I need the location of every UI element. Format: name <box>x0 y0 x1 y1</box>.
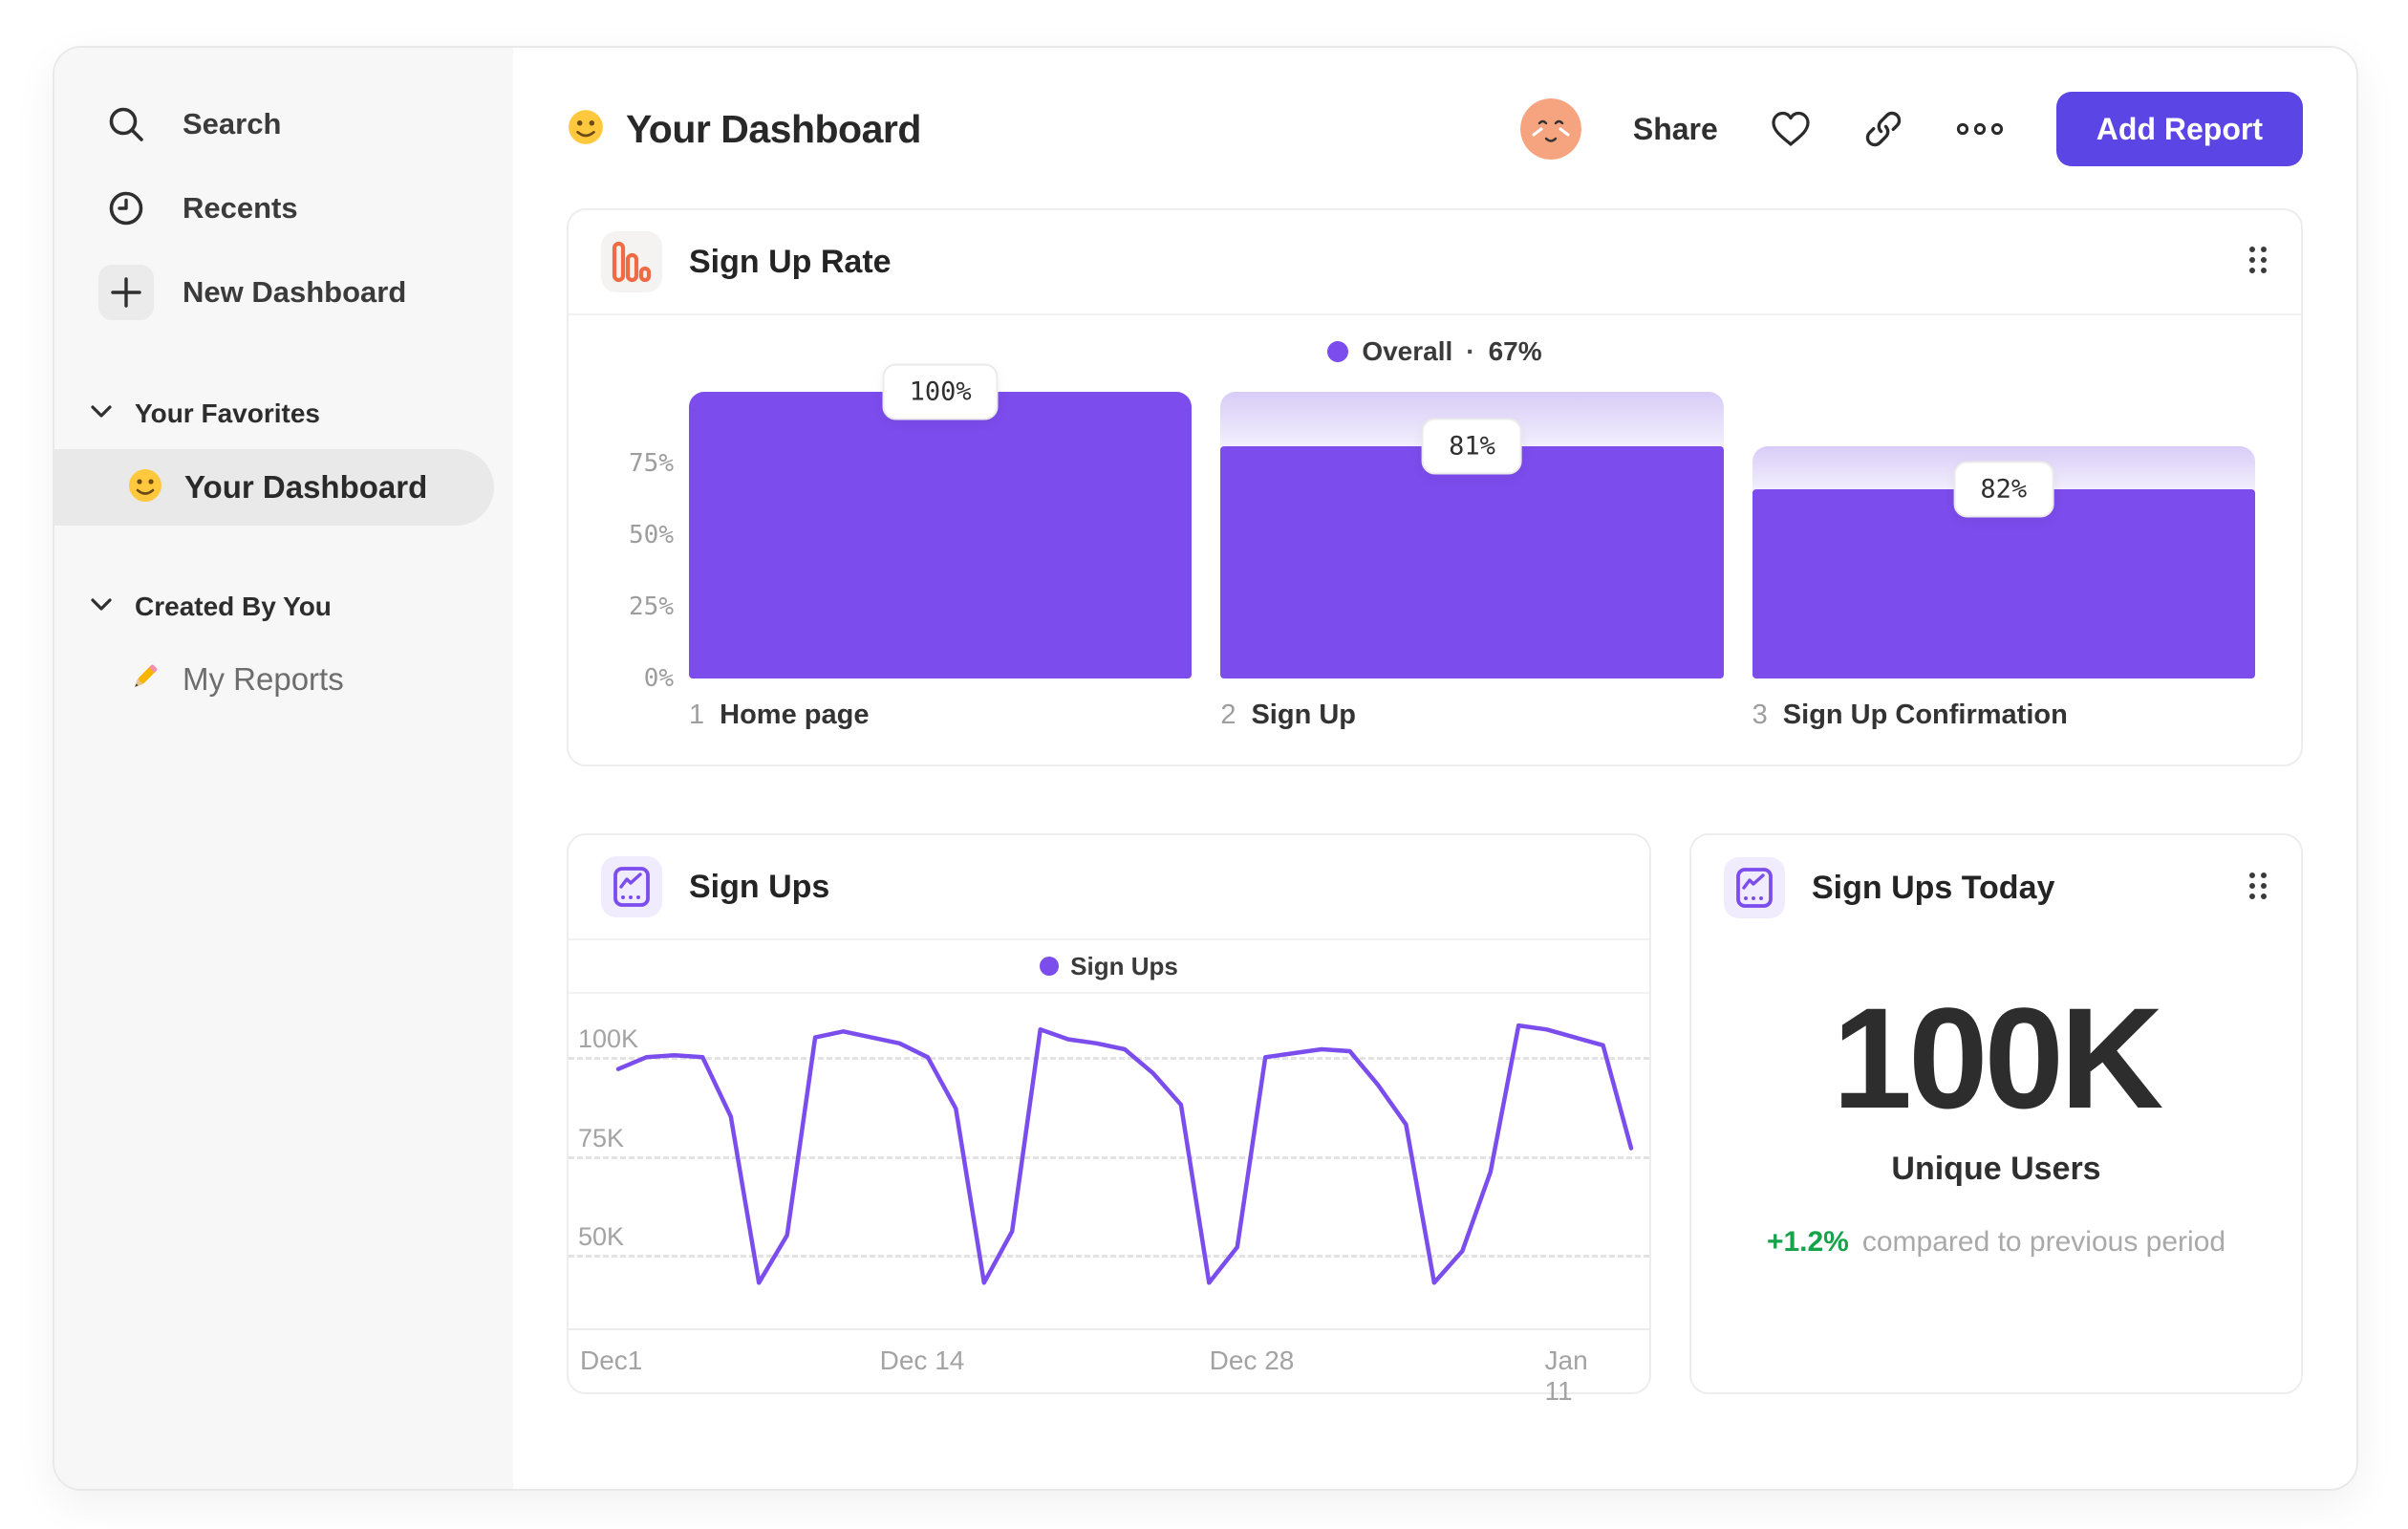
line-x-axis: Dec1 Dec 14 Dec 28 Jan 11 <box>569 1330 1649 1406</box>
funnel-bar-fill <box>1752 489 2255 678</box>
legend-dot <box>1040 957 1060 976</box>
heart-icon[interactable] <box>1770 110 1812 148</box>
funnel-bar-fill <box>689 392 1193 678</box>
funnel-y-axis: 75% 50% 25% 0% <box>614 392 689 693</box>
pencil-icon <box>127 660 161 700</box>
funnel-step-label: 3 Sign Up Confirmation <box>1752 700 2068 730</box>
smiley-icon <box>127 467 163 508</box>
x-axis-tick: Dec 28 <box>1209 1346 1295 1375</box>
funnel-bar-fill <box>1220 446 1724 678</box>
drag-handle-icon[interactable] <box>2247 245 2268 280</box>
sidebar-item-label: Your Dashboard <box>184 469 428 505</box>
sidebar-item-new-dashboard[interactable]: New Dashboard <box>54 250 513 334</box>
sidebar-item-label: My Reports <box>183 661 344 697</box>
link-icon[interactable] <box>1863 109 1903 149</box>
card-header: Sign Up Rate <box>569 210 2301 315</box>
line-chart: 100K 75K 50K <box>569 994 1649 1330</box>
funnel-value-badge: 82% <box>1953 461 2054 518</box>
legend-series-name: Overall <box>1362 336 1453 366</box>
legend-series-name: Sign Ups <box>1070 951 1178 980</box>
funnel-step-label: 2 Sign Up <box>1220 700 1357 730</box>
x-axis-tick: Dec 14 <box>879 1346 965 1375</box>
sidebar-item-your-dashboard[interactable]: Your Dashboard <box>54 449 494 526</box>
page-header: Your Dashboard Share Add Report <box>567 92 2303 166</box>
sign-ups-today-card: Sign Ups Today 100K Unique Users +1.2% c… <box>1689 833 2303 1394</box>
funnel-bar-sign-up[interactable]: 81% <box>1220 392 1724 678</box>
sidebar-item-label: New Dashboard <box>183 275 407 309</box>
page-title: Your Dashboard <box>626 106 921 151</box>
legend-separator: · <box>1466 336 1475 366</box>
y-axis-tick: 0% <box>643 664 674 693</box>
card-header: Sign Ups Today <box>1691 835 2301 940</box>
sidebar: Search Recents New Dashboard Your Favori… <box>54 48 513 1489</box>
kpi-content: 100K Unique Users +1.2% compared to prev… <box>1691 940 2301 1259</box>
smiley-icon <box>567 108 605 151</box>
legend-dot <box>1327 341 1349 362</box>
funnel-chart: Overall · 67% 75% 50% 25% 0% 100% 81% 82… <box>569 315 2301 731</box>
line-chart-icon <box>601 856 662 917</box>
drag-handle-icon[interactable] <box>2247 871 2268 906</box>
ellipsis-icon[interactable] <box>1955 121 2005 137</box>
main-content: Your Dashboard Share Add Report Sign Up … <box>513 48 2356 1489</box>
card-header: Sign Ups <box>569 835 1649 940</box>
chevron-down-icon <box>91 404 112 423</box>
funnel-value-badge: 100% <box>882 363 999 420</box>
y-axis-tick: 50% <box>629 521 674 549</box>
funnel-step-label: 1 Home page <box>689 700 870 730</box>
sidebar-item-label: Recents <box>183 191 298 225</box>
card-title: Sign Ups <box>689 868 830 905</box>
bar-chart-icon <box>601 231 662 292</box>
y-axis-tick: 25% <box>629 592 674 621</box>
line-legend: Sign Ups <box>569 940 1649 994</box>
kpi-delta-note: compared to previous period <box>1861 1226 2226 1258</box>
funnel-legend: Overall · 67% <box>614 315 2255 388</box>
sign-ups-card: Sign Ups Sign Ups 100K 75K 50K Dec1 Dec <box>567 833 1651 1406</box>
legend-series-value: 67% <box>1488 336 1542 366</box>
card-title: Sign Ups Today <box>1812 869 2055 906</box>
sidebar-item-search[interactable]: Search <box>54 82 513 166</box>
card-title: Sign Up Rate <box>689 243 892 280</box>
funnel-value-badge: 81% <box>1422 418 1522 475</box>
sidebar-item-label: Search <box>183 107 282 140</box>
kpi-value: 100K <box>1832 978 2164 1138</box>
kpi-label: Unique Users <box>1891 1151 2101 1187</box>
plus-icon <box>98 265 154 320</box>
funnel-bar-home-page[interactable]: 100% <box>689 363 1193 678</box>
share-button[interactable]: Share <box>1633 112 1718 147</box>
x-axis-tick: Dec1 <box>580 1346 643 1375</box>
section-title: Created By You <box>135 592 332 621</box>
line-series <box>615 1023 1634 1285</box>
y-axis-tick: 75% <box>629 449 674 478</box>
search-icon <box>98 97 154 152</box>
section-title: Your Favorites <box>135 398 320 428</box>
clock-icon <box>98 181 154 236</box>
sign-up-rate-card: Sign Up Rate Overall · 67% 75% 50% 25% 0… <box>567 208 2303 766</box>
funnel-bar-sign-up-confirmation[interactable]: 82% <box>1752 392 2255 678</box>
x-axis-tick: Jan 11 <box>1544 1346 1588 1406</box>
sidebar-item-my-reports[interactable]: My Reports <box>54 643 513 716</box>
app-window: Search Recents New Dashboard Your Favori… <box>53 46 2358 1491</box>
add-report-button[interactable]: Add Report <box>2055 92 2303 166</box>
section-your-favorites[interactable]: Your Favorites <box>54 387 513 441</box>
user-avatar[interactable] <box>1519 98 1581 160</box>
section-created-by-you[interactable]: Created By You <box>54 580 513 634</box>
sidebar-item-recents[interactable]: Recents <box>54 166 513 250</box>
kpi-delta: +1.2% <box>1766 1226 1849 1258</box>
chevron-down-icon <box>91 597 112 616</box>
line-chart-icon <box>1724 857 1785 918</box>
